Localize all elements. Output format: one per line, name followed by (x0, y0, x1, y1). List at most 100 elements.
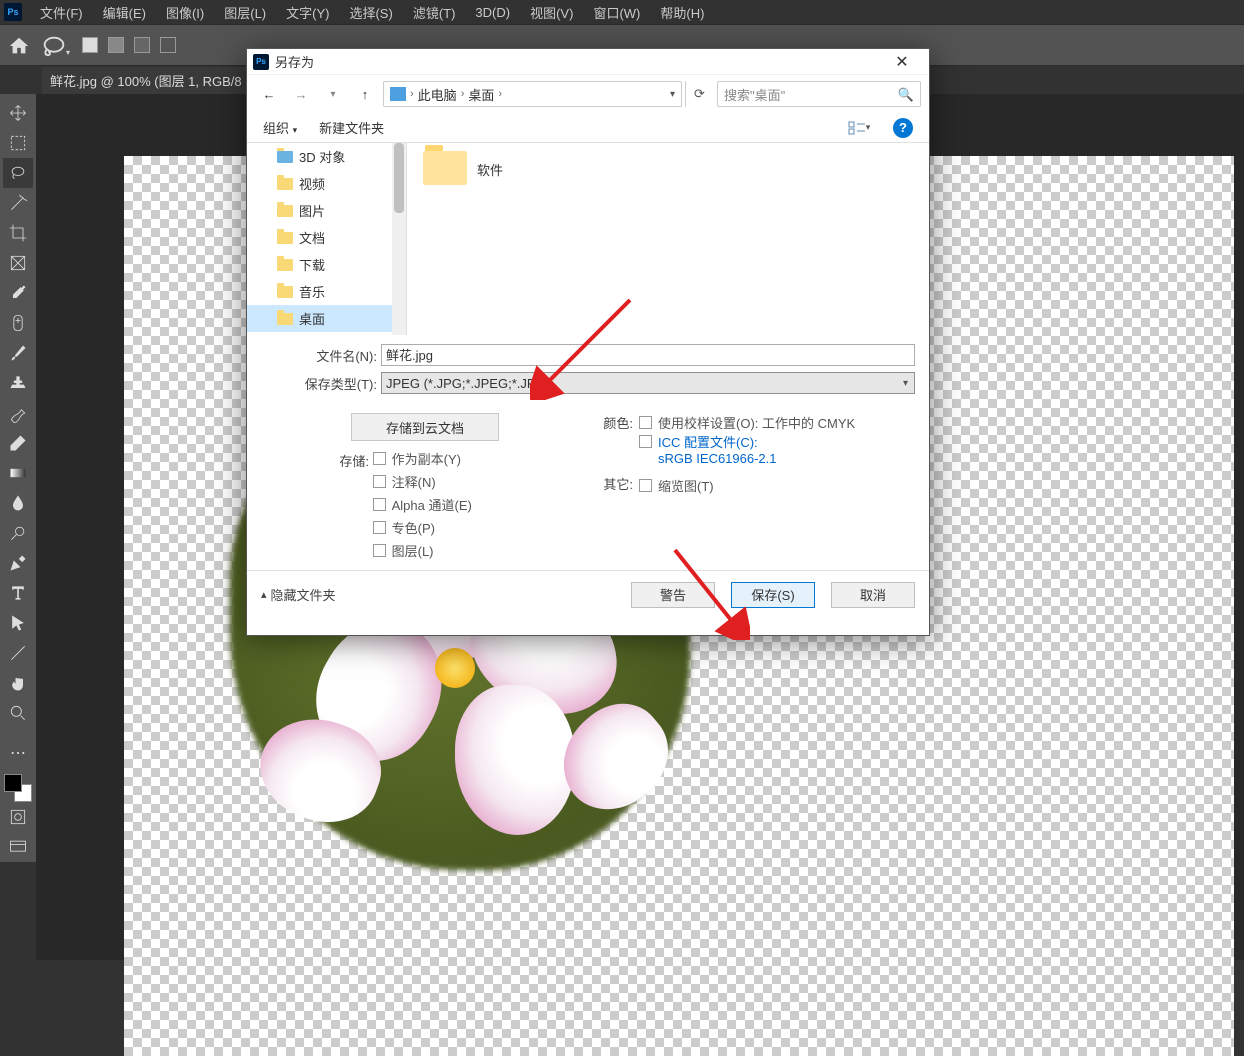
history-brush-tool[interactable] (3, 398, 33, 428)
menu-file[interactable]: 文件(F) (30, 1, 93, 24)
selection-add-icon[interactable] (108, 37, 124, 53)
file-name: 软件 (477, 160, 503, 179)
dialog-toolbar: 组织 ▾ 新建文件夹 ▾ ? (247, 113, 929, 143)
marquee-tool[interactable] (3, 128, 33, 158)
folder-icon (423, 151, 467, 185)
tree-scrollbar[interactable] (392, 143, 406, 335)
menu-help[interactable]: 帮助(H) (650, 1, 714, 24)
search-input[interactable]: 搜索"桌面" 🔍 (717, 81, 921, 107)
help-button[interactable]: ? (893, 118, 913, 138)
filetype-label: 保存类型(T): (261, 374, 377, 393)
tree-item-selected[interactable]: 桌面 (247, 305, 406, 332)
dialog-title-bar[interactable]: Ps 另存为 ✕ (247, 49, 929, 75)
home-icon[interactable] (8, 35, 30, 55)
color-swatch[interactable] (4, 774, 32, 802)
hide-folders-toggle[interactable]: ▴隐藏文件夹 (261, 585, 336, 604)
menu-edit[interactable]: 编辑(E) (93, 1, 156, 24)
warning-button[interactable]: 警告 (631, 582, 715, 608)
file-list[interactable]: 软件 (407, 143, 929, 335)
dialog-nav-bar: ← → ▾ ↑ › 此电脑 › 桌面 › ▾ ⟳ 搜索"桌面" 🔍 (247, 75, 929, 113)
checkbox-proof[interactable]: 使用校样设置(O): 工作中的 CMYK (639, 413, 855, 432)
dodge-tool[interactable] (3, 518, 33, 548)
save-options: 存储到云文档 存储: 作为副本(Y) 注释(N) Alpha 通道(E) 专色(… (247, 405, 929, 570)
selection-intersect-icon[interactable] (160, 37, 176, 53)
folder-icon (277, 232, 293, 244)
lasso-tool-icon[interactable]: ▾ (40, 33, 68, 57)
clone-stamp-tool[interactable] (3, 368, 33, 398)
dialog-body: 3D 对象 视频 图片 文档 下载 音乐 桌面 软件 (247, 143, 929, 335)
tree-item[interactable]: 视频 (247, 170, 406, 197)
menu-view[interactable]: 视图(V) (520, 1, 583, 24)
checkbox-thumbnail[interactable]: 缩览图(T) (639, 474, 714, 497)
filename-fields: 文件名(N): 鲜花.jpg 保存类型(T): JPEG (*.JPG;*.JP… (247, 335, 929, 405)
checkbox-layers[interactable]: 图层(L) (373, 539, 472, 562)
checkbox-alpha[interactable]: Alpha 通道(E) (373, 493, 472, 516)
checkbox-icc[interactable]: ICC 配置文件(C):sRGB IEC61966-2.1 (639, 432, 855, 466)
path-selection-tool[interactable] (3, 608, 33, 638)
save-to-cloud-button[interactable]: 存储到云文档 (351, 413, 499, 441)
crop-tool[interactable] (3, 218, 33, 248)
refresh-button[interactable]: ⟳ (685, 81, 713, 107)
folder-tree: 3D 对象 视频 图片 文档 下载 音乐 桌面 (247, 143, 407, 335)
lasso-tool[interactable] (3, 158, 33, 188)
hand-tool[interactable] (3, 668, 33, 698)
selection-new-icon[interactable] (82, 37, 98, 53)
filename-input[interactable]: 鲜花.jpg (381, 344, 915, 366)
new-folder-button[interactable]: 新建文件夹 (319, 118, 384, 137)
selection-subtract-icon[interactable] (134, 37, 150, 53)
file-item[interactable]: 软件 (423, 151, 503, 187)
menu-image[interactable]: 图像(I) (156, 1, 214, 24)
brush-tool[interactable] (3, 338, 33, 368)
document-tab[interactable]: 鲜花.jpg @ 100% (图层 1, RGB/8 (42, 67, 250, 94)
checkbox-copy[interactable]: 作为副本(Y) (373, 447, 472, 470)
filename-label: 文件名(N): (261, 346, 377, 365)
drive-icon (390, 87, 406, 101)
folder-icon (277, 178, 293, 190)
view-mode-button[interactable]: ▾ (847, 118, 871, 138)
folder-icon (277, 205, 293, 217)
zoom-tool[interactable] (3, 698, 33, 728)
menu-layer[interactable]: 图层(L) (214, 1, 276, 24)
frame-tool[interactable] (3, 248, 33, 278)
close-button[interactable]: ✕ (881, 50, 923, 74)
cancel-button[interactable]: 取消 (831, 582, 915, 608)
blur-tool[interactable] (3, 488, 33, 518)
menu-window[interactable]: 窗口(W) (583, 1, 650, 24)
menu-filter[interactable]: 滤镜(T) (403, 1, 466, 24)
forward-button[interactable]: → (287, 82, 315, 106)
checkbox-spot[interactable]: 专色(P) (373, 516, 472, 539)
breadcrumb-folder[interactable]: 桌面 (468, 85, 494, 104)
up-button[interactable]: ↑ (351, 82, 379, 106)
tree-item[interactable]: 音乐 (247, 278, 406, 305)
quick-mask-icon[interactable] (3, 802, 33, 832)
tree-item[interactable]: 文档 (247, 224, 406, 251)
menu-select[interactable]: 选择(S) (339, 1, 402, 24)
line-tool[interactable] (3, 638, 33, 668)
eyedropper-tool[interactable] (3, 278, 33, 308)
tree-item[interactable]: 下载 (247, 251, 406, 278)
breadcrumb-root[interactable]: 此电脑 (418, 85, 457, 104)
magic-wand-tool[interactable] (3, 188, 33, 218)
checkbox-notes[interactable]: 注释(N) (373, 470, 472, 493)
save-button[interactable]: 保存(S) (731, 582, 815, 608)
eraser-tool[interactable] (3, 428, 33, 458)
filetype-select[interactable]: JPEG (*.JPG;*.JPEG;*.JPE) (381, 372, 915, 394)
tool-bar: ⋯ (0, 94, 36, 862)
recent-dropdown[interactable]: ▾ (319, 82, 347, 106)
menu-3d[interactable]: 3D(D) (465, 3, 520, 22)
tree-item[interactable]: 图片 (247, 197, 406, 224)
folder-icon (277, 151, 293, 163)
tree-item[interactable]: 3D 对象 (247, 143, 406, 170)
menu-type[interactable]: 文字(Y) (276, 1, 339, 24)
back-button[interactable]: ← (255, 82, 283, 106)
move-tool[interactable] (3, 98, 33, 128)
screen-mode-icon[interactable] (3, 832, 33, 862)
breadcrumb-path[interactable]: › 此电脑 › 桌面 › ▾ (383, 81, 682, 107)
type-tool[interactable] (3, 578, 33, 608)
pen-tool[interactable] (3, 548, 33, 578)
edit-toolbar[interactable]: ⋯ (3, 738, 33, 768)
organize-button[interactable]: 组织 ▾ (263, 118, 297, 137)
healing-brush-tool[interactable] (3, 308, 33, 338)
folder-icon (277, 259, 293, 271)
gradient-tool[interactable] (3, 458, 33, 488)
